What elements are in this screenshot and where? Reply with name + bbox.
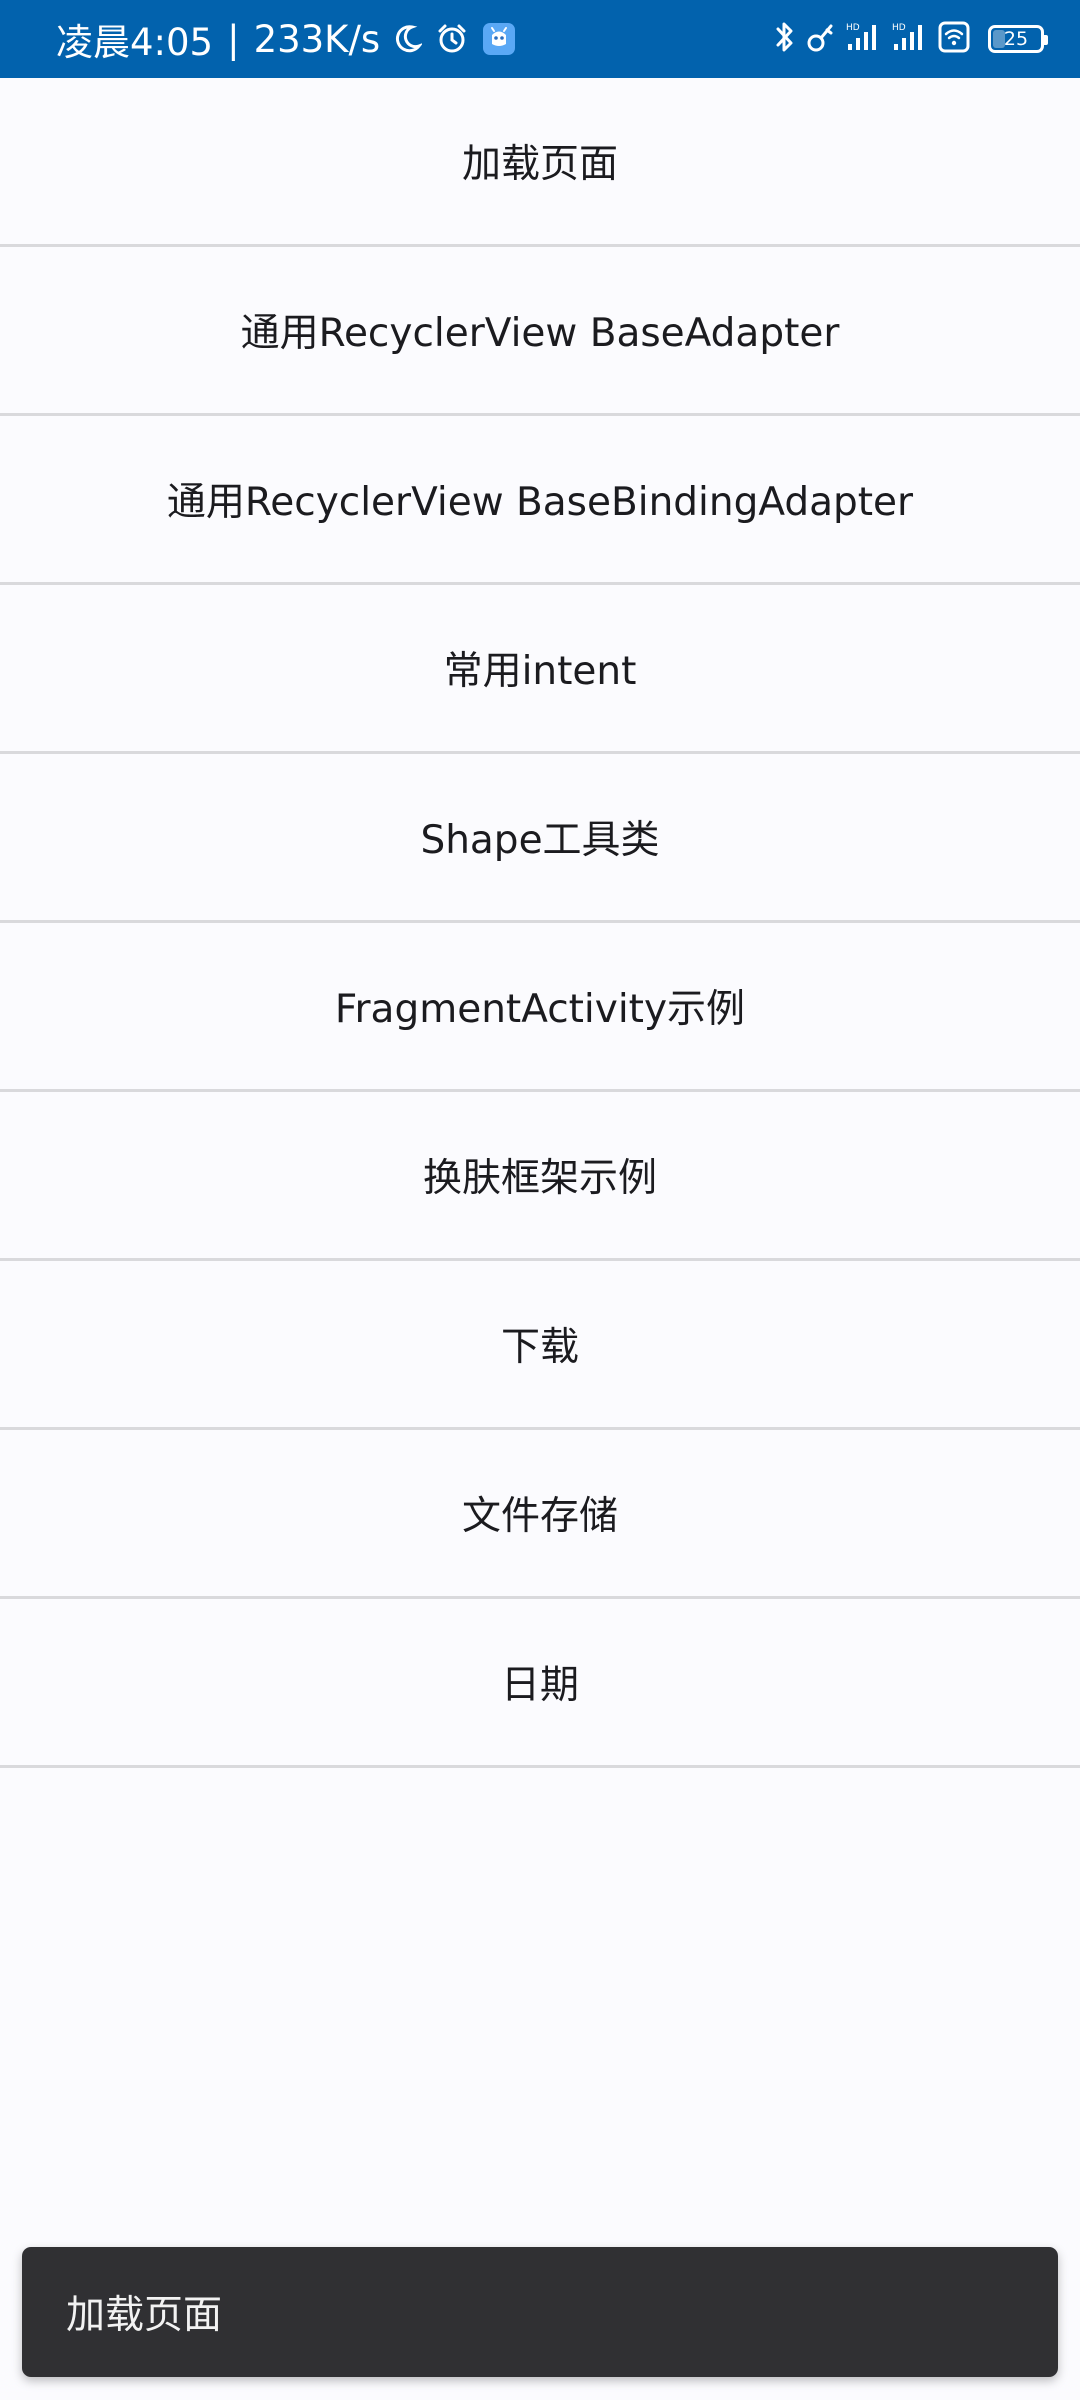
moon-icon (394, 24, 423, 54)
battery-level: 25 (1003, 27, 1029, 50)
menu-item-loading-page[interactable]: 加载页面 (0, 78, 1080, 247)
menu-item-recyclerview-base-adapter[interactable]: 通用RecyclerView BaseAdapter (0, 247, 1080, 416)
toast-message: 加载页面 (22, 2247, 1058, 2377)
status-network-speed: 233K/s (253, 17, 381, 61)
menu-item-date[interactable]: 日期 (0, 1599, 1080, 1768)
bluetooth-icon (774, 20, 796, 58)
menu-item-shape-utils[interactable]: Shape工具类 (0, 754, 1080, 923)
menu-item-common-intent[interactable]: 常用intent (0, 585, 1080, 754)
battery-icon: 25 (988, 25, 1048, 53)
svg-text:HD: HD (846, 23, 860, 33)
menu-list: 加载页面 通用RecyclerView BaseAdapter 通用Recycl… (0, 78, 1080, 1768)
status-separator: | (227, 17, 240, 61)
wifi-icon (938, 21, 970, 57)
menu-item-file-storage[interactable]: 文件存储 (0, 1430, 1080, 1599)
key-icon (806, 20, 836, 58)
signal-hd-1-icon: HD (846, 20, 882, 58)
status-bar-left: 凌晨4:05 | 233K/s (56, 12, 516, 66)
status-time: 凌晨4:05 (56, 21, 214, 64)
toast-text: 加载页面 (66, 2293, 223, 2338)
app-notification-icon (482, 22, 516, 56)
status-bar-right: HD HD 25 (774, 20, 1048, 58)
menu-item-recyclerview-base-binding-adapter[interactable]: 通用RecyclerView BaseBindingAdapter (0, 416, 1080, 585)
menu-item-download[interactable]: 下载 (0, 1261, 1080, 1430)
status-bar: 凌晨4:05 | 233K/s HD HD 25 (0, 0, 1080, 78)
svg-text:HD: HD (892, 23, 906, 33)
menu-item-fragment-activity-example[interactable]: FragmentActivity示例 (0, 923, 1080, 1092)
signal-hd-2-icon: HD (892, 20, 928, 58)
alarm-icon (436, 23, 468, 55)
menu-item-skin-framework-example[interactable]: 换肤框架示例 (0, 1092, 1080, 1261)
